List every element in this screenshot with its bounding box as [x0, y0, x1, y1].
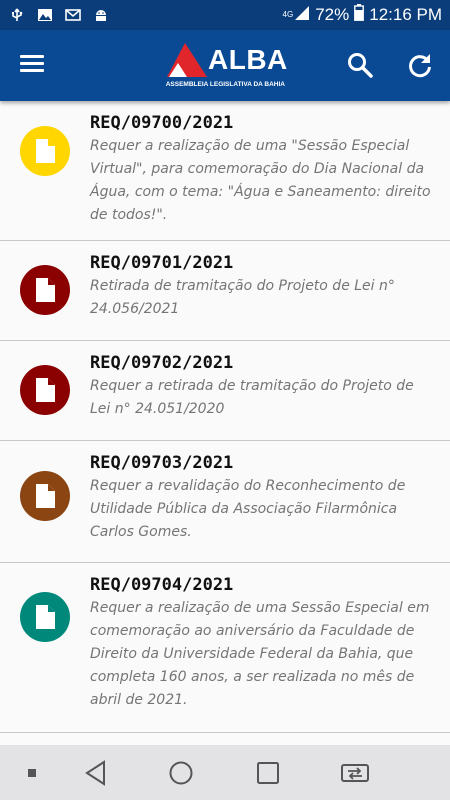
- item-title: REQ/09702/2021: [90, 353, 234, 373]
- item-description: Retirada de tramitação do Projeto de Lei…: [90, 278, 395, 317]
- list-item[interactable]: REQ/09701/2021 Retirada de tramitação do…: [0, 241, 450, 341]
- battery-icon: [354, 4, 365, 26]
- alba-logo: ALBA ASSEMBLEIA LEGISLATIVA DA BAHIA: [165, 41, 288, 91]
- gmail-icon: [64, 8, 82, 22]
- back-button[interactable]: [82, 759, 110, 787]
- search-icon: [348, 53, 373, 78]
- logo-mark-icon: [167, 43, 207, 77]
- status-indicators: 4G 72% 12:16 PM: [283, 4, 442, 26]
- logo-text: ALBA: [208, 44, 288, 75]
- recents-icon: [257, 762, 279, 784]
- back-icon: [85, 760, 105, 786]
- menu-button[interactable]: [20, 52, 50, 78]
- document-icon: [20, 471, 70, 521]
- system-navigation-bar: [0, 745, 450, 800]
- recents-button[interactable]: [254, 759, 282, 787]
- image-icon: [36, 8, 54, 22]
- usb-icon: [8, 8, 26, 22]
- search-button[interactable]: [345, 50, 375, 80]
- item-description: Requer a retirada de tramitação do Proje…: [90, 378, 414, 417]
- switch-app-icon: [341, 764, 369, 782]
- network-type: 4G: [282, 10, 294, 19]
- battery-percent: 72%: [315, 5, 350, 24]
- menu-icon-line: [20, 62, 44, 65]
- list-item[interactable]: REQ/09702/2021 Requer a retirada de tram…: [0, 341, 450, 441]
- list-item[interactable]: REQ/09704/2021 Requer a realização de um…: [0, 563, 450, 733]
- list-item[interactable]: REQ/09700/2021 Requer a realização de um…: [0, 101, 450, 241]
- document-icon: [20, 592, 70, 642]
- menu-icon-line: [20, 69, 44, 72]
- home-icon: [169, 761, 193, 785]
- app-bar: ALBA ASSEMBLEIA LEGISLATIVA DA BAHIA: [0, 30, 450, 101]
- android-icon: [92, 8, 110, 22]
- refresh-icon: [409, 54, 431, 78]
- logo-subtitle: ASSEMBLEIA LEGISLATIVA DA BAHIA: [165, 81, 285, 88]
- requirements-list: REQ/09700/2021 Requer a realização de um…: [0, 101, 450, 745]
- menu-icon-line: [20, 55, 44, 58]
- item-title: REQ/09703/2021: [90, 453, 234, 473]
- list-item[interactable]: REQ/09703/2021 Requer a revalidação do R…: [0, 441, 450, 563]
- signal-icon: [294, 5, 310, 26]
- switch-app-button[interactable]: [338, 759, 372, 787]
- status-bar: 4G 72% 12:16 PM: [0, 0, 450, 30]
- item-title: REQ/09704/2021: [90, 575, 234, 595]
- document-icon: [20, 265, 70, 315]
- item-description: Requer a revalidação do Reconhecimento d…: [90, 478, 406, 540]
- document-icon: [20, 126, 70, 176]
- notification-icons: [8, 8, 110, 22]
- refresh-button[interactable]: [405, 50, 435, 80]
- home-button[interactable]: [167, 759, 195, 787]
- item-title: REQ/09700/2021: [90, 113, 234, 133]
- item-description: Requer a realização de uma Sessão Especi…: [90, 600, 430, 708]
- dot-icon: [28, 769, 36, 777]
- item-description: Requer a realização de uma "Sessão Espec…: [90, 138, 431, 223]
- document-icon: [20, 365, 70, 415]
- clock: 12:16 PM: [369, 5, 442, 24]
- dot-button[interactable]: [25, 759, 39, 787]
- item-title: REQ/09701/2021: [90, 253, 234, 273]
